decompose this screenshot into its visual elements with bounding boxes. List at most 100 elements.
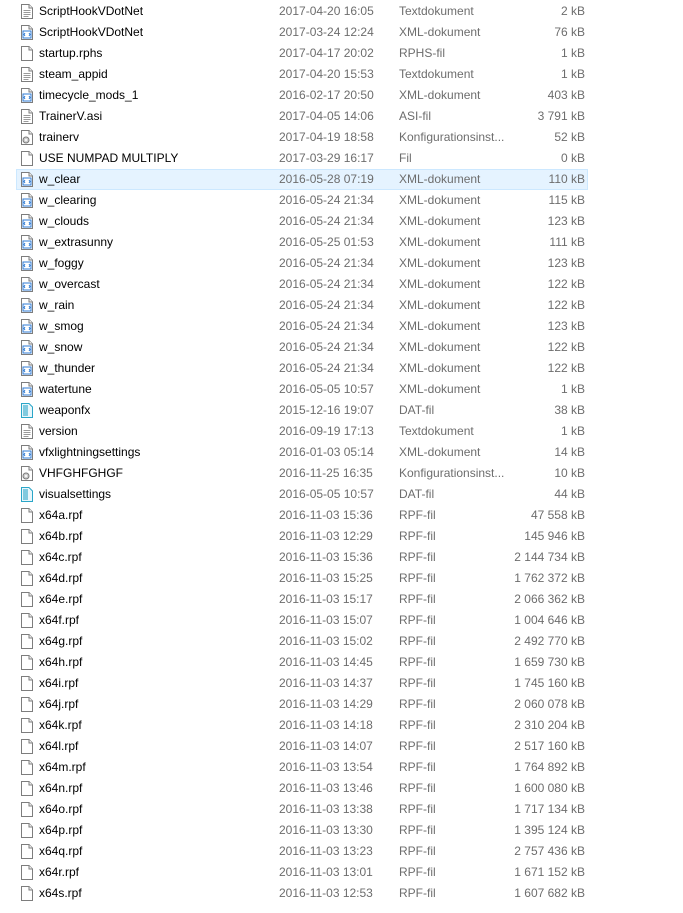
file-row[interactable]: x64q.rpf 2016-11-03 13:23 RPF-fil 2 757 436… [0, 841, 683, 862]
file-name: version [39, 424, 78, 438]
file-row[interactable]: w_overcast 2016-05-24 21:34 XML-dokument 12… [0, 274, 683, 295]
file-size: 122 kB [547, 361, 585, 375]
file-row[interactable]: x64b.rpf 2016-11-03 12:29 RPF-fil 145 946 k… [0, 526, 683, 547]
xml-file-icon [20, 382, 33, 397]
blank-file-icon [20, 697, 33, 712]
blank-file-icon [20, 592, 33, 607]
file-row[interactable]: x64f.rpf 2016-11-03 15:07 RPF-fil 1 004 646… [0, 610, 683, 631]
file-name: USE NUMPAD MULTIPLY [39, 151, 179, 165]
blank-file-icon [20, 550, 33, 565]
file-type: XML-dokument [399, 298, 481, 312]
file-size: 2 060 078 kB [514, 697, 585, 711]
file-row[interactable]: x64g.rpf 2016-11-03 15:02 RPF-fil 2 492 770… [0, 631, 683, 652]
file-row[interactable]: ScriptHookVDotNet 2017-04-20 16:05 Textdok… [0, 1, 683, 22]
file-name: w_clouds [39, 214, 90, 228]
file-row[interactable]: x64o.rpf 2016-11-03 13:38 RPF-fil 1 717 134… [0, 799, 683, 820]
file-row[interactable]: x64k.rpf 2016-11-03 14:18 RPF-fil 2 310 204… [0, 715, 683, 736]
xml-file-icon [20, 214, 33, 229]
file-row[interactable]: timecycle_mods_1 2016-02-17 20:50 XML-doku… [0, 85, 683, 106]
file-size: 1 717 134 kB [514, 802, 585, 816]
file-row[interactable]: w_extrasunny 2016-05-25 01:53 XML-dokument… [0, 232, 683, 253]
file-modified-date: 2016-11-03 13:23 [279, 844, 373, 858]
file-modified-date: 2016-11-03 15:02 [279, 634, 373, 648]
file-row[interactable]: w_clear 2016-05-28 07:19 XML-dokument 110 k… [0, 169, 683, 190]
xml-file-icon [20, 277, 33, 292]
dat-file-icon [20, 403, 33, 418]
file-modified-date: 2016-05-24 21:34 [279, 193, 374, 207]
file-name: ScriptHookVDotNet [39, 4, 144, 18]
file-type: RPF-fil [399, 697, 436, 711]
file-type: XML-dokument [399, 172, 481, 186]
file-type: Fil [399, 151, 412, 165]
file-row[interactable]: x64e.rpf 2016-11-03 15:17 RPF-fil 2 066 362… [0, 589, 683, 610]
file-row[interactable]: trainerv 2017-04-19 18:58 Konfigurationsin… [0, 127, 683, 148]
file-row[interactable]: startup.rphs 2017-04-17 20:02 RPHS-fil 1 kB [0, 43, 683, 64]
xml-file-icon [20, 193, 33, 208]
file-type: RPF-fil [399, 508, 436, 522]
file-row[interactable]: x64d.rpf 2016-11-03 15:25 RPF-fil 1 762 372… [0, 568, 683, 589]
file-row[interactable]: w_clearing 2016-05-24 21:34 XML-dokument 11… [0, 190, 683, 211]
file-size: 47 558 kB [530, 508, 585, 522]
file-row[interactable]: VHFGHFGHGF 2016-11-25 16:35 Konfigurations… [0, 463, 683, 484]
file-row[interactable]: w_thunder 2016-05-24 21:34 XML-dokument 122… [0, 358, 683, 379]
file-row[interactable]: w_smog 2016-05-24 21:34 XML-dokument 123 kB [0, 316, 683, 337]
file-type: Textdokument [399, 424, 474, 438]
file-row[interactable]: w_clouds 2016-05-24 21:34 XML-dokument 123 … [0, 211, 683, 232]
file-row[interactable]: x64p.rpf 2016-11-03 13:30 RPF-fil 1 395 124… [0, 820, 683, 841]
file-size: 122 kB [547, 298, 585, 312]
file-size: 1 004 646 kB [514, 613, 585, 627]
file-row[interactable]: steam_appid 2017-04-20 15:53 Textdokument 1… [0, 64, 683, 85]
file-row[interactable]: x64l.rpf 2016-11-03 14:07 RPF-fil 2 517 160… [0, 736, 683, 757]
file-row[interactable]: TrainerV.asi 2017-04-05 14:06 ASI-fil 3 791… [0, 106, 683, 127]
file-modified-date: 2017-04-17 20:02 [279, 46, 374, 60]
file-row[interactable]: x64c.rpf 2016-11-03 15:36 RPF-fil 2 144 734… [0, 547, 683, 568]
file-row[interactable]: x64a.rpf 2016-11-03 15:36 RPF-fil 47 558 kB [0, 505, 683, 526]
file-type: RPF-fil [399, 802, 436, 816]
file-modified-date: 2016-05-24 21:34 [279, 340, 374, 354]
file-size: 2 kB [560, 4, 585, 18]
file-row[interactable]: ScriptHookVDotNet 2017-03-24 12:24 XML-dok… [0, 22, 683, 43]
xml-file-icon [20, 445, 33, 460]
file-modified-date: 2016-11-03 13:38 [279, 802, 373, 816]
file-type: XML-dokument [399, 256, 481, 270]
file-name: x64i.rpf [39, 676, 79, 690]
file-type: RPF-fil [399, 529, 436, 543]
file-modified-date: 2016-05-24 21:34 [279, 361, 374, 375]
file-size: 111 kB [549, 235, 585, 249]
file-row[interactable]: x64s.rpf 2016-11-03 12:53 RPF-fil 1 607 682… [0, 883, 683, 904]
file-row[interactable]: x64j.rpf 2016-11-03 14:29 RPF-fil 2 060 078… [0, 694, 683, 715]
file-name: vfxlightningsettings [39, 445, 141, 459]
file-row[interactable]: weaponfx 2015-12-16 19:07 DAT-fil 38 kB [0, 400, 683, 421]
file-modified-date: 2017-04-05 14:06 [279, 109, 374, 123]
file-row[interactable]: version 2016-09-19 17:13 Textdokument 1 kB [0, 421, 683, 442]
file-row[interactable]: x64i.rpf 2016-11-03 14:37 RPF-fil 1 745 160… [0, 673, 683, 694]
file-row[interactable]: w_foggy 2016-05-24 21:34 XML-dokument 123 k… [0, 253, 683, 274]
file-modified-date: 2016-11-03 13:46 [279, 781, 373, 795]
file-modified-date: 2017-03-29 16:17 [279, 151, 374, 165]
file-row[interactable]: x64m.rpf 2016-11-03 13:54 RPF-fil 1 764 892… [0, 757, 683, 778]
file-row[interactable]: x64h.rpf 2016-11-03 14:45 RPF-fil 1 659 730… [0, 652, 683, 673]
file-row[interactable]: USE NUMPAD MULTIPLY 2017-03-29 16:17 Fil 0 … [0, 148, 683, 169]
file-name: VHFGHFGHGF [39, 466, 123, 480]
file-row[interactable]: x64n.rpf 2016-11-03 13:46 RPF-fil 1 600 080… [0, 778, 683, 799]
file-name: startup.rphs [39, 46, 103, 60]
file-modified-date: 2016-11-03 12:53 [279, 886, 373, 900]
file-modified-date: 2016-09-19 17:13 [279, 424, 374, 438]
file-name: x64j.rpf [39, 697, 79, 711]
config-file-icon [20, 130, 33, 145]
file-row[interactable]: x64r.rpf 2016-11-03 13:01 RPF-fil 1 671 152… [0, 862, 683, 883]
file-modified-date: 2017-04-20 15:53 [279, 67, 374, 81]
file-name: x64d.rpf [39, 571, 83, 585]
file-row[interactable]: visualsettings 2016-05-05 10:57 DAT-fil 44 … [0, 484, 683, 505]
file-name: x64c.rpf [39, 550, 82, 564]
file-size: 1 762 372 kB [514, 571, 585, 585]
file-row[interactable]: w_snow 2016-05-24 21:34 XML-dokument 122 kB [0, 337, 683, 358]
file-type: RPHS-fil [399, 46, 446, 60]
file-modified-date: 2016-05-24 21:34 [279, 256, 374, 270]
file-row[interactable]: watertune 2016-05-05 10:57 XML-dokument 1 k… [0, 379, 683, 400]
file-type: RPF-fil [399, 781, 436, 795]
file-row[interactable]: vfxlightningsettings 2016-01-03 05:14 XML-… [0, 442, 683, 463]
file-row[interactable]: w_rain 2016-05-24 21:34 XML-dokument 122 kB [0, 295, 683, 316]
blank-file-icon [20, 781, 33, 796]
blank-file-icon [20, 886, 33, 901]
